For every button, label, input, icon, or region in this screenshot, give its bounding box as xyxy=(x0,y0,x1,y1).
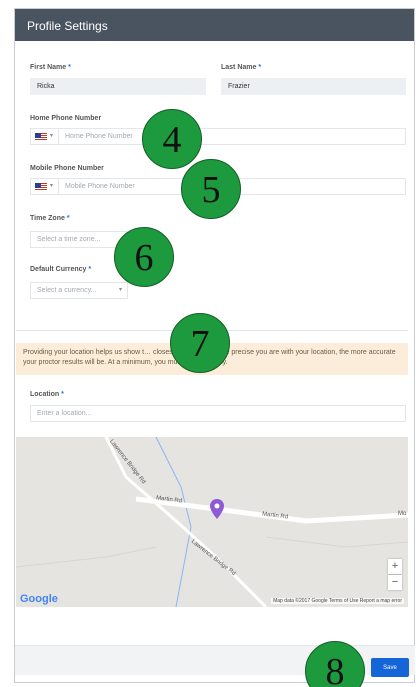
google-logo: Google xyxy=(20,593,58,605)
home-phone-country-select[interactable]: ▾ xyxy=(30,128,58,145)
chevron-down-icon: ▾ xyxy=(50,133,54,139)
zoom-in-button[interactable]: + xyxy=(388,559,402,574)
home-phone-input[interactable]: Home Phone Number xyxy=(58,128,406,145)
us-flag-icon xyxy=(35,133,47,141)
road-label: Mo xyxy=(398,511,407,517)
time-zone-select[interactable]: Select a time zone... xyxy=(30,231,128,248)
zoom-out-button[interactable]: − xyxy=(388,575,402,590)
time-zone-label: Time Zone * xyxy=(30,215,70,222)
chevron-down-icon: ▾ xyxy=(50,183,54,189)
location-input[interactable]: Enter a location... xyxy=(30,405,406,422)
last-name-value: Frazier xyxy=(228,83,250,90)
page-title: Profile Settings xyxy=(27,19,108,33)
first-name-input[interactable]: Ricka xyxy=(30,78,206,95)
first-name-value: Ricka xyxy=(37,83,55,90)
required-mark: * xyxy=(61,391,64,398)
mobile-phone-country-select[interactable]: ▾ xyxy=(30,178,58,195)
panel-header: Profile Settings xyxy=(15,9,414,41)
us-flag-icon xyxy=(35,183,47,191)
last-name-input[interactable]: Frazier xyxy=(221,78,406,95)
location-map[interactable]: Lawrence Bridge Rd Martin Rd Martin Rd L… xyxy=(16,437,408,607)
required-mark: * xyxy=(88,266,92,273)
callout-badge: 5 xyxy=(181,159,241,219)
map-pin-icon[interactable] xyxy=(210,499,224,519)
required-mark: * xyxy=(66,215,70,222)
required-mark: * xyxy=(258,64,262,71)
required-mark: * xyxy=(68,64,71,71)
callout-badge: 6 xyxy=(114,227,174,287)
callout-badge: 7 xyxy=(170,313,230,373)
home-phone-label: Home Phone Number xyxy=(30,115,102,122)
currency-label: Default Currency * xyxy=(30,266,92,273)
location-label: Location * xyxy=(30,391,64,398)
save-button[interactable]: Save xyxy=(371,658,409,677)
mobile-phone-label: Mobile Phone Number xyxy=(30,165,104,172)
first-name-label: First Name * xyxy=(30,64,71,71)
currency-select[interactable]: Select a currency... ▾ xyxy=(30,282,128,299)
chevron-down-icon: ▾ xyxy=(118,287,122,293)
map-roads xyxy=(16,437,408,607)
map-credits[interactable]: Map data ©2017 Google Terms of Use Repor… xyxy=(271,598,404,604)
callout-badge: 4 xyxy=(142,109,202,169)
last-name-label: Last Name * xyxy=(221,64,262,71)
